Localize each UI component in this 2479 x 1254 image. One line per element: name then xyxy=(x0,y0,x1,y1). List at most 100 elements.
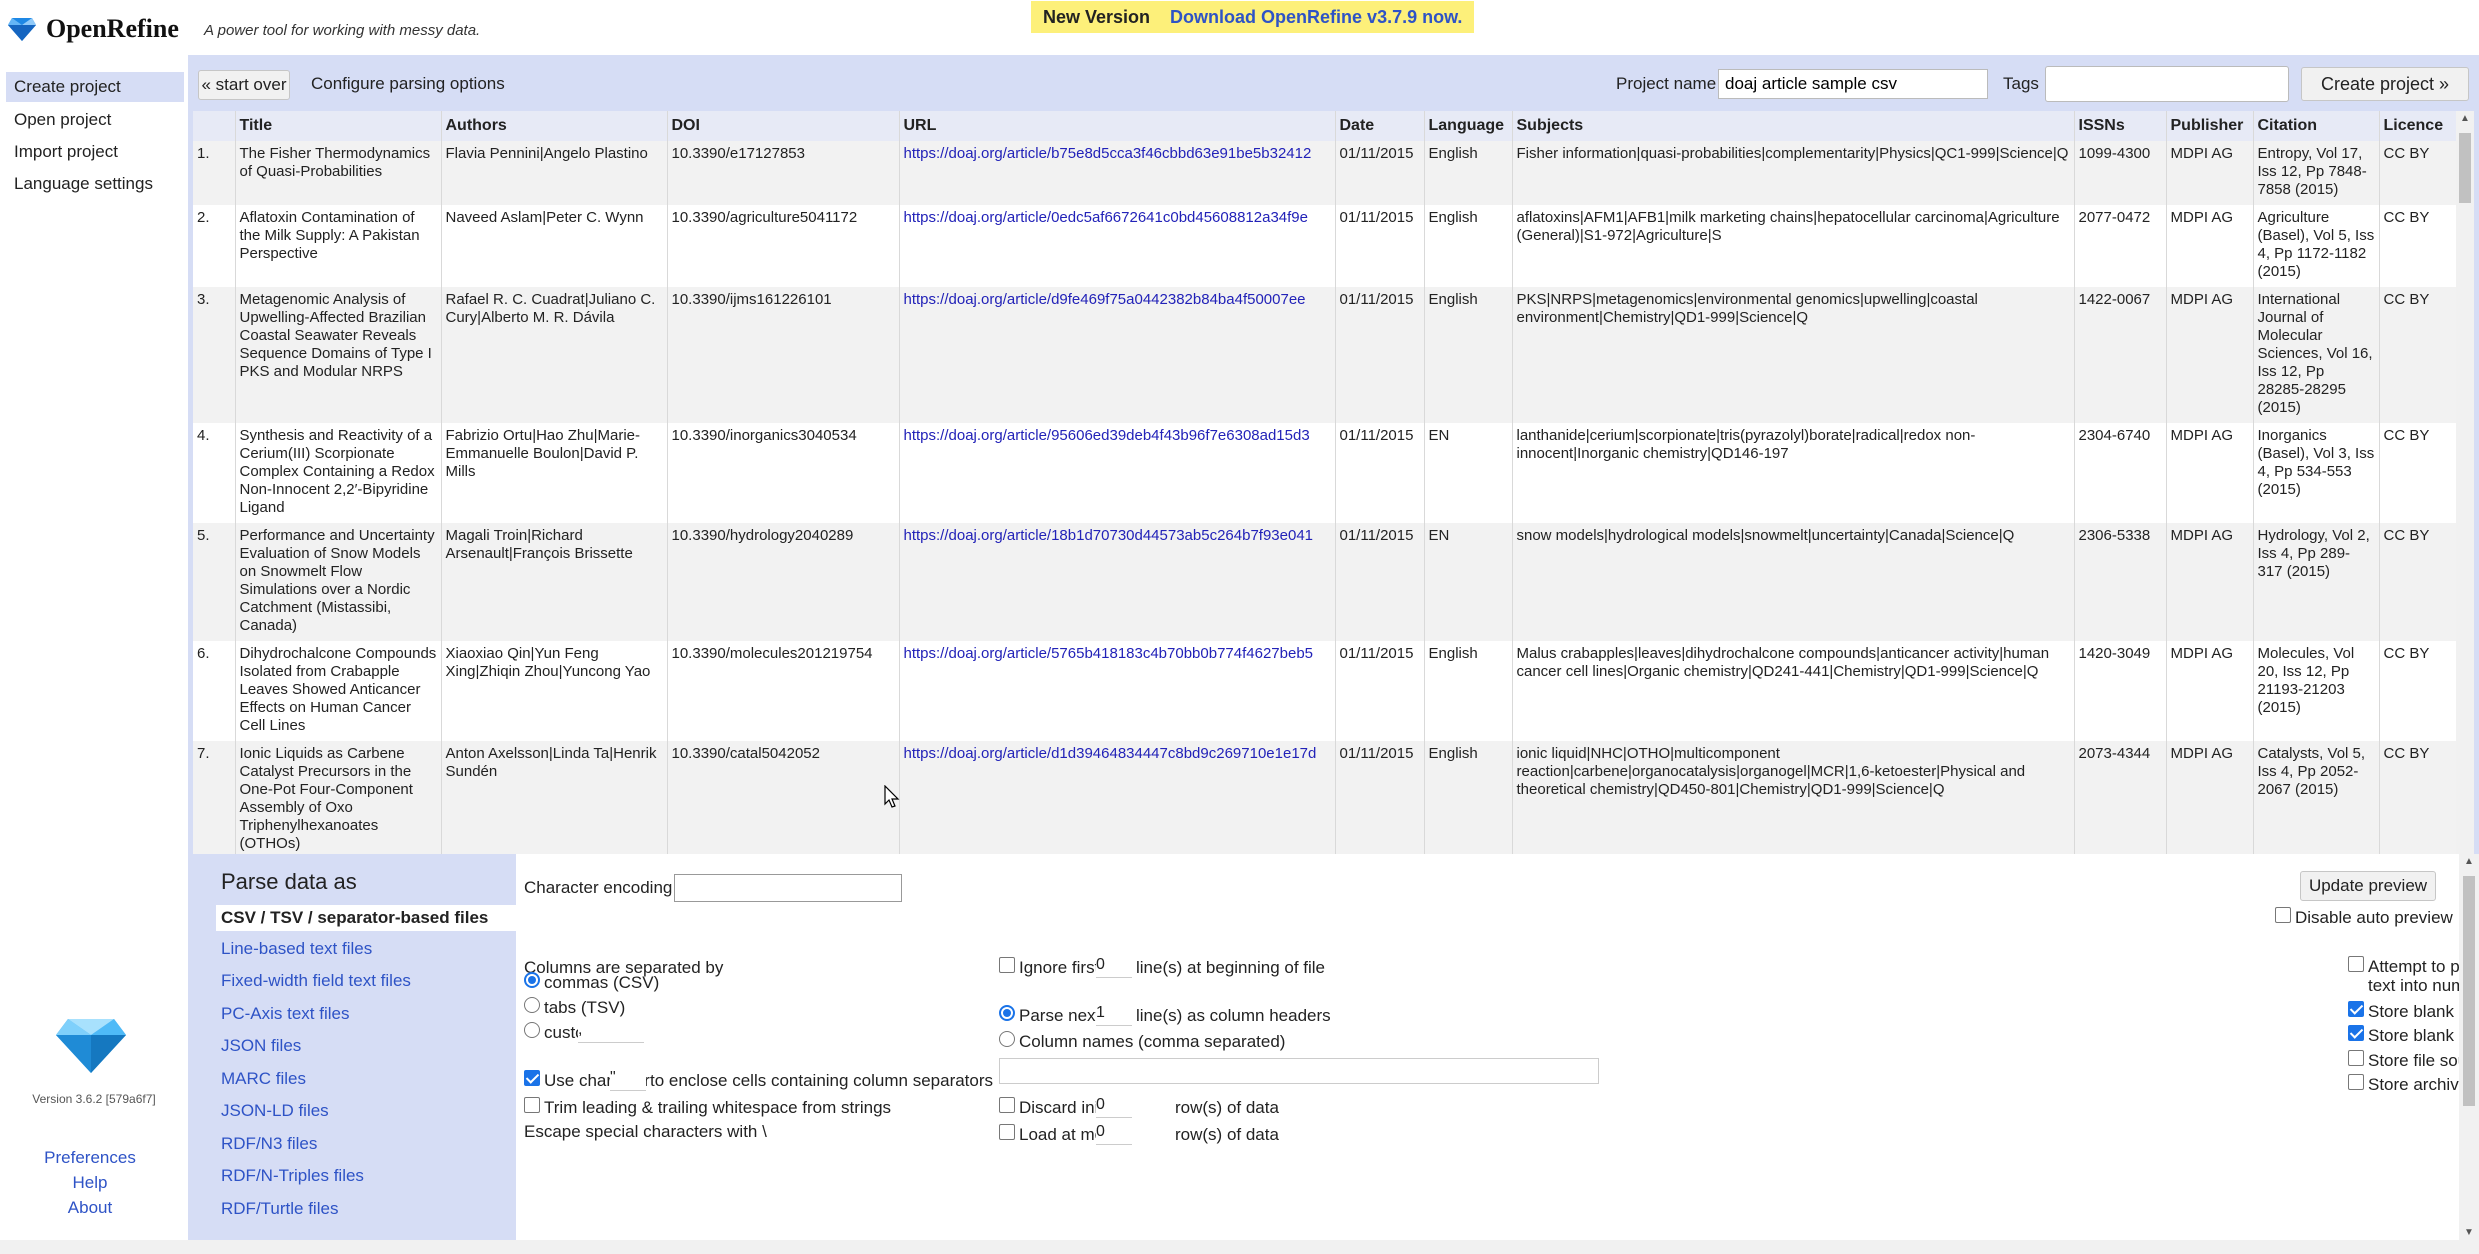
column-names-label: Column names (comma separated) xyxy=(1019,1032,1286,1051)
ignore-first-checkbox[interactable] xyxy=(999,957,1015,973)
tags-input[interactable] xyxy=(2045,66,2289,102)
cell-title: Dihydrochalcone Compounds Isolated from … xyxy=(235,641,442,741)
project-name-input[interactable] xyxy=(1718,69,1988,99)
preview-table: Title Authors DOI URL Date Language Subj… xyxy=(193,111,2457,859)
help-link[interactable]: Help xyxy=(0,1173,180,1193)
format-line-based[interactable]: Line-based text files xyxy=(221,939,372,959)
version-text: Version 3.6.2 [579a6f7] xyxy=(32,1092,156,1106)
cell-title: Metagenomic Analysis of Upwelling-Affect… xyxy=(235,287,442,423)
cell-doi: 10.3390/catal5042052 xyxy=(667,741,900,859)
cell-row-number: 1. xyxy=(193,141,236,205)
header: OpenRefine A power tool for working with… xyxy=(0,0,2479,55)
nav-import-project[interactable]: Import project xyxy=(0,137,188,167)
trim-checkbox[interactable] xyxy=(524,1097,540,1113)
sep-tabs-label: tabs (TSV) xyxy=(544,998,626,1017)
format-marc[interactable]: MARC files xyxy=(221,1069,306,1089)
sep-custom-input[interactable]: , xyxy=(578,1021,644,1043)
scroll-up-icon[interactable]: ▲ xyxy=(2460,113,2470,124)
format-rdf-ntriples[interactable]: RDF/N-Triples files xyxy=(221,1166,364,1186)
preferences-link[interactable]: Preferences xyxy=(0,1148,180,1168)
attempt-parse-checkbox[interactable] xyxy=(2348,956,2364,972)
format-rdf-n3[interactable]: RDF/N3 files xyxy=(221,1134,317,1154)
col-header-url[interactable]: URL xyxy=(899,111,1336,141)
store-file-source-checkbox[interactable] xyxy=(2348,1050,2364,1066)
format-rdf-turtle[interactable]: RDF/Turtle files xyxy=(221,1199,338,1219)
col-header-issns[interactable]: ISSNs xyxy=(2074,111,2167,141)
cell-publisher: MDPI AG xyxy=(2166,523,2254,641)
format-pc-axis[interactable]: PC-Axis text files xyxy=(221,1004,349,1024)
bottom-bar xyxy=(0,1240,2479,1254)
cell-date: 01/11/2015 xyxy=(1335,423,1425,523)
load-at-most-suffix: row(s) of data xyxy=(1175,1125,1279,1144)
cell-citation: Agriculture (Basel), Vol 5, Iss 4, Pp 11… xyxy=(2253,205,2380,287)
col-header-doi[interactable]: DOI xyxy=(667,111,900,141)
cell-language: EN xyxy=(1424,523,1513,641)
table-scroll-thumb[interactable] xyxy=(2459,133,2471,203)
create-project-button[interactable]: Create project » xyxy=(2301,67,2469,101)
format-json[interactable]: JSON files xyxy=(221,1036,301,1056)
cell-subjects: Fisher information|quasi-probabilities|c… xyxy=(1512,141,2075,205)
cell-publisher: MDPI AG xyxy=(2166,141,2254,205)
cell-authors: Flavia Pennini|Angelo Plastino xyxy=(441,141,668,205)
nav-create-project[interactable]: Create project xyxy=(6,72,184,102)
table-row: 7. Ionic Liquids as Carbene Catalyst Prec… xyxy=(193,741,2457,859)
load-at-most-checkbox[interactable] xyxy=(999,1124,1015,1140)
cell-issns: 2306-5338 xyxy=(2074,523,2167,641)
col-header-title[interactable]: Title xyxy=(235,111,442,141)
col-header-authors[interactable]: Authors xyxy=(441,111,668,141)
cell-url: https://doaj.org/article/18b1d70730d4457… xyxy=(899,523,1336,641)
cell-row-number: 7. xyxy=(193,741,236,859)
cell-title: Synthesis and Reactivity of a Cerium(III… xyxy=(235,423,442,523)
col-header-language[interactable]: Language xyxy=(1424,111,1513,141)
parse-next-radio[interactable] xyxy=(999,1005,1015,1021)
update-preview-button[interactable]: Update preview xyxy=(2300,871,2436,901)
about-link[interactable]: About xyxy=(0,1198,180,1218)
cell-language: EN xyxy=(1424,423,1513,523)
cell-language: English xyxy=(1424,287,1513,423)
cell-url: https://doaj.org/article/b75e8d5cca3f46c… xyxy=(899,141,1336,205)
load-at-most-input[interactable]: 0 xyxy=(1096,1123,1132,1145)
start-over-button[interactable]: « start over xyxy=(198,70,290,100)
format-csv[interactable]: CSV / TSV / separator-based files xyxy=(216,905,516,931)
table-scrollbar[interactable]: ▲ ▼ xyxy=(2456,111,2474,901)
parse-next-input[interactable]: 1 xyxy=(1096,1004,1132,1026)
toolbar: « start over Configure parsing options P… xyxy=(188,55,2479,111)
disable-auto-preview-checkbox[interactable] xyxy=(2275,907,2291,923)
sep-custom-radio[interactable] xyxy=(524,1022,540,1038)
parse-next-label: Parse next xyxy=(1019,1006,1101,1025)
sep-tabs-radio[interactable] xyxy=(524,997,540,1013)
sep-commas-radio[interactable] xyxy=(524,972,540,988)
col-header-citation[interactable]: Citation xyxy=(2253,111,2380,141)
col-header-date[interactable]: Date xyxy=(1335,111,1425,141)
logo[interactable]: OpenRefine xyxy=(8,14,179,44)
cell-authors: Fabrizio Ortu|Hao Zhu|Marie-Emmanuelle B… xyxy=(441,423,668,523)
cell-issns: 2073-4344 xyxy=(2074,741,2167,859)
scroll-down-icon[interactable]: ▼ xyxy=(2464,1227,2474,1238)
options-scroll-thumb[interactable] xyxy=(2463,876,2475,1106)
nav-open-project[interactable]: Open project xyxy=(0,105,188,135)
col-header-subjects[interactable]: Subjects xyxy=(1512,111,2075,141)
download-link[interactable]: Download OpenRefine v3.7.9 now. xyxy=(1170,7,1462,28)
format-json-ld[interactable]: JSON-LD files xyxy=(221,1101,329,1121)
cell-licence: CC BY xyxy=(2379,741,2457,859)
use-char-checkbox[interactable] xyxy=(524,1070,540,1086)
store-blank-nulls-checkbox[interactable] xyxy=(2348,1025,2364,1041)
column-names-radio[interactable] xyxy=(999,1031,1015,1047)
column-names-input[interactable] xyxy=(999,1058,1599,1084)
discard-initial-input[interactable]: 0 xyxy=(1096,1096,1132,1118)
nav-language-settings[interactable]: Language settings xyxy=(0,169,188,199)
cell-licence: CC BY xyxy=(2379,287,2457,423)
scroll-up-icon[interactable]: ▲ xyxy=(2464,856,2474,867)
col-header-publisher[interactable]: Publisher xyxy=(2166,111,2254,141)
discard-initial-checkbox[interactable] xyxy=(999,1097,1015,1113)
col-header-licence[interactable]: Licence xyxy=(2379,111,2457,141)
cell-doi: 10.3390/molecules201219754 xyxy=(667,641,900,741)
ignore-first-input[interactable]: 0 xyxy=(1096,956,1132,978)
format-fixed-width[interactable]: Fixed-width field text files xyxy=(221,971,411,991)
store-blank-rows-checkbox[interactable] xyxy=(2348,1001,2364,1017)
store-archive-checkbox[interactable] xyxy=(2348,1074,2364,1090)
quote-char-input[interactable]: " xyxy=(610,1069,646,1091)
char-encoding-input[interactable] xyxy=(674,874,902,902)
cell-issns: 2077-0472 xyxy=(2074,205,2167,287)
options-scrollbar[interactable]: ▲ ▼ xyxy=(2459,854,2479,1240)
